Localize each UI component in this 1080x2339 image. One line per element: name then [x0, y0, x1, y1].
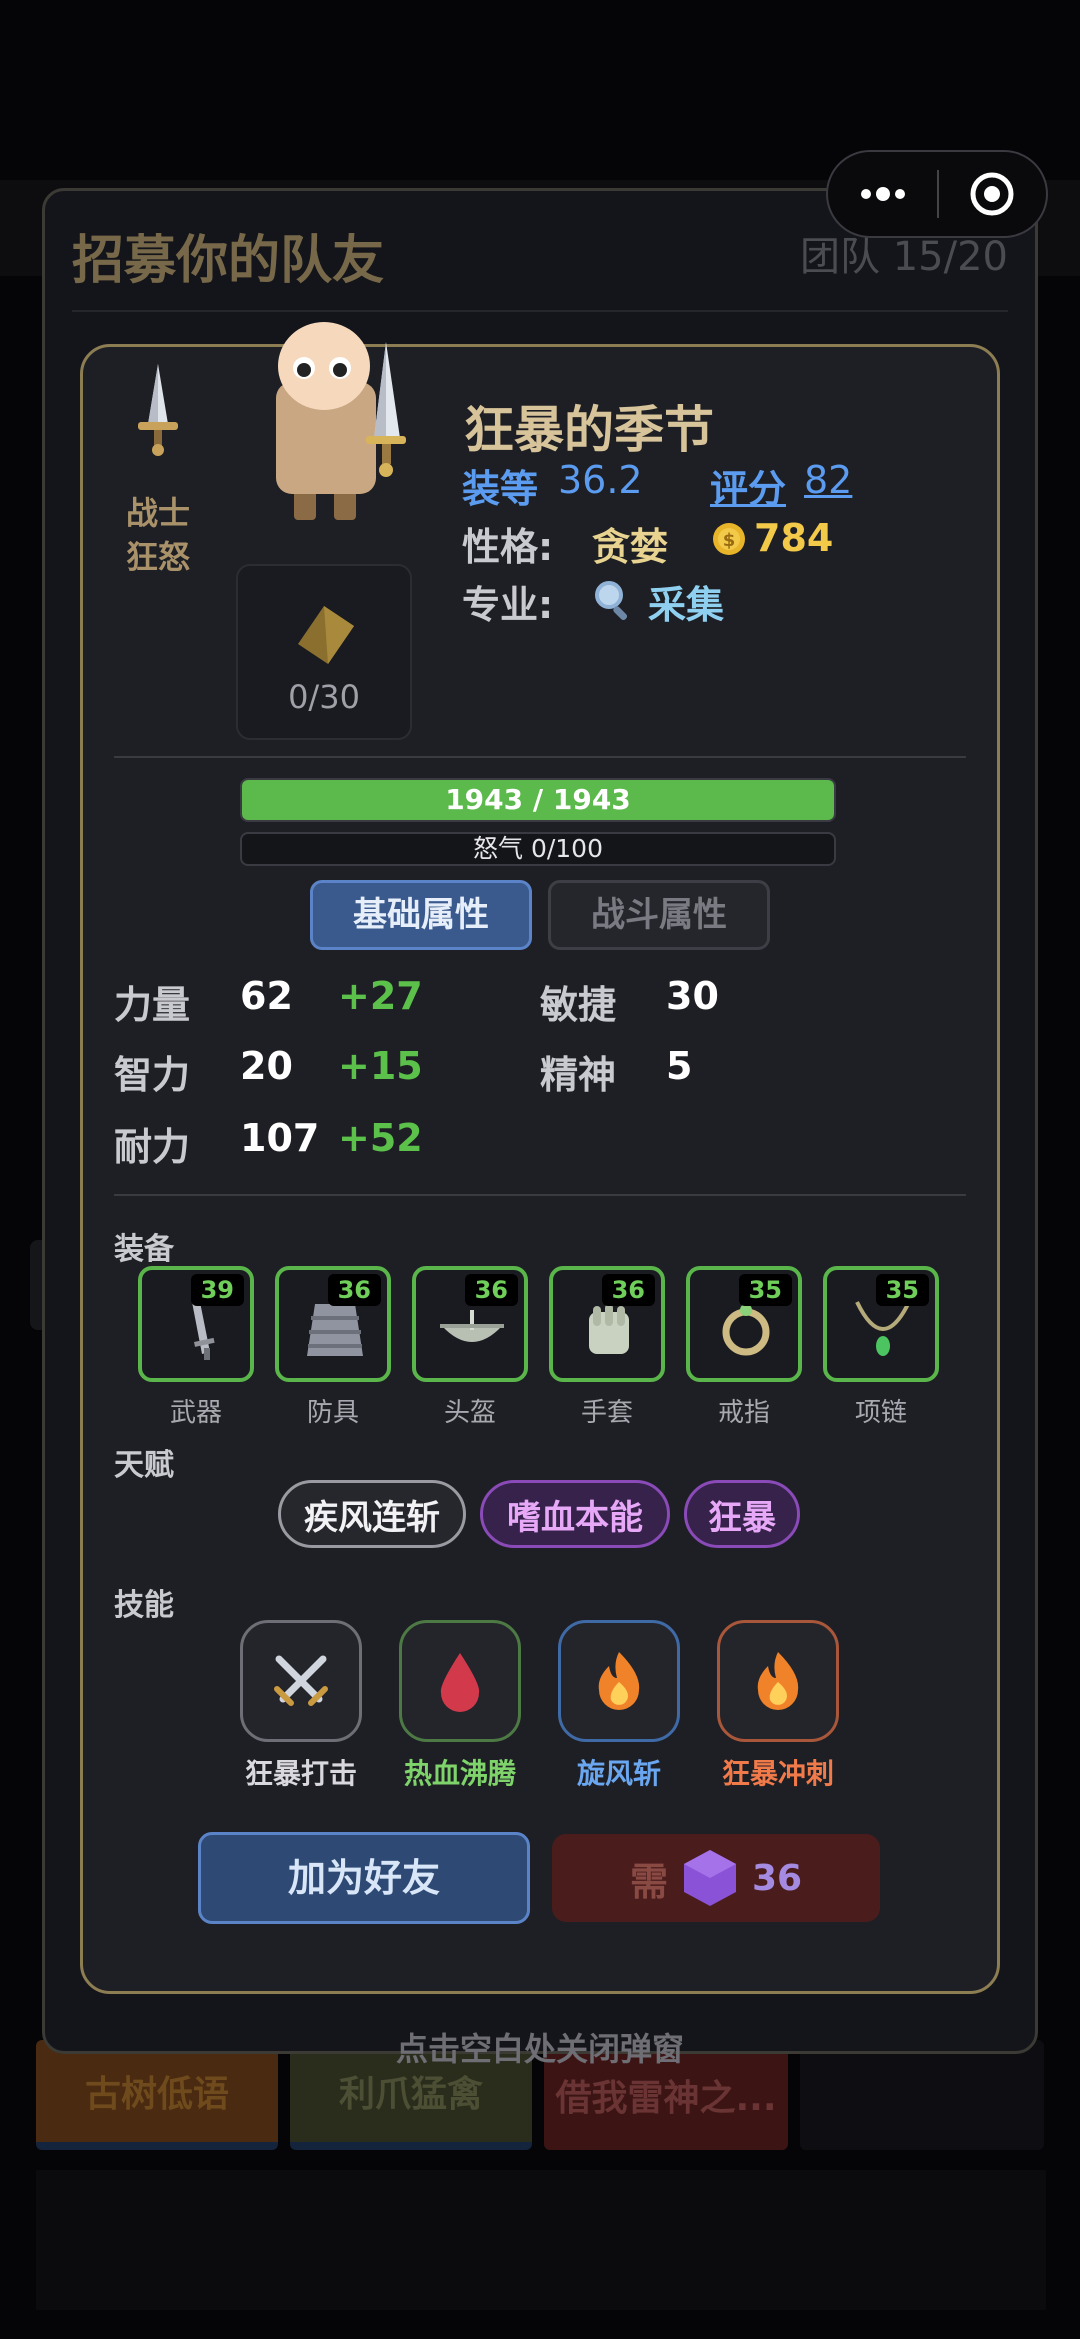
skill-label-whirlwind: 旋风斩: [576, 1757, 661, 1790]
equip-label-armor: 防具: [306, 1398, 359, 1428]
fire-icon: [757, 1652, 799, 1710]
hp-text: 1943 / 1943: [445, 783, 631, 816]
stats-divider: [114, 1194, 966, 1196]
sword-icon: [192, 1302, 215, 1360]
skill-whirlwind[interactable]: [558, 1620, 680, 1742]
equip-slot-necklace[interactable]: 35: [823, 1266, 939, 1382]
profession-label: 专业:: [462, 583, 554, 627]
equip-label-gloves: 手套: [580, 1398, 633, 1428]
background-grid-row: [36, 2170, 1046, 2310]
recruit-cost-button[interactable]: 需 36: [552, 1834, 880, 1922]
talents-label: 天赋: [114, 1448, 174, 1483]
stat-stamina-value: 107: [240, 1116, 320, 1160]
recruit-cost: 36: [751, 1857, 803, 1899]
equip-slot-ring[interactable]: 35: [686, 1266, 802, 1382]
equip-label-ring: 戒指: [717, 1398, 770, 1428]
hero-avatar: [276, 322, 406, 520]
equip-level-weapon: 39: [190, 1274, 244, 1306]
equip-level-helmet: 36: [464, 1274, 518, 1306]
fragment-icon: [298, 606, 354, 664]
hero-divider: [114, 756, 966, 758]
dialog-header-divider: [72, 310, 1008, 312]
equip-slot-helmet[interactable]: 36: [412, 1266, 528, 1382]
more-dots-icon: [860, 187, 905, 201]
tab-basic-attributes[interactable]: 基础属性: [310, 880, 532, 950]
stat-intellect-value: 20: [240, 1044, 293, 1088]
dialog-title: 招募你的队友: [72, 231, 385, 291]
class-sword-icon: [138, 364, 178, 456]
stat-agility-value: 30: [666, 974, 719, 1018]
glove-icon: [589, 1304, 629, 1354]
skill-berserk-strike[interactable]: [240, 1620, 362, 1742]
skill-blood-boil[interactable]: [399, 1620, 521, 1742]
skills-label: 技能: [114, 1588, 174, 1623]
equip-slot-armor[interactable]: 36: [275, 1266, 391, 1382]
stat-stamina-name: 耐力: [114, 1125, 191, 1169]
equip-label-weapon: 武器: [169, 1398, 222, 1428]
crossed-swords-icon: [274, 1655, 328, 1706]
hp-bar: 1943 / 1943: [240, 778, 836, 822]
ring-icon: [722, 1304, 770, 1356]
skill-label-blood-boil: 热血沸腾: [403, 1757, 516, 1790]
fire-icon: [598, 1652, 640, 1710]
score-value[interactable]: 82: [804, 458, 852, 502]
personality-label: 性格:: [462, 525, 554, 569]
gold-coin-icon: $: [713, 523, 745, 555]
stat-intellect-name: 智力: [114, 1053, 191, 1097]
stat-strength-bonus: +27: [338, 974, 423, 1018]
stat-intellect-bonus: +15: [338, 1044, 423, 1088]
fragment-count: 0/30: [288, 678, 360, 716]
equip-level-necklace: 35: [875, 1274, 929, 1306]
more-options-button[interactable]: [828, 150, 937, 238]
add-friend-button[interactable]: 加为好友: [198, 1832, 530, 1924]
equip-level-ring: 35: [738, 1274, 792, 1306]
close-miniprogram-button[interactable]: [939, 150, 1046, 238]
armor-icon: [307, 1304, 363, 1356]
blood-drop-icon: [440, 1653, 480, 1712]
score-label[interactable]: 评分: [710, 458, 786, 513]
equip-label-helmet: 头盔: [443, 1398, 496, 1428]
game-screen: 古树低语 利爪猛禽 借我雷神之... 招募你的队友 团队 15/20 战士 狂怒: [0, 0, 1080, 2339]
equip-level-armor: 36: [327, 1274, 381, 1306]
item-level-label: 装等: [462, 467, 539, 511]
talent-berserk[interactable]: 狂暴: [684, 1480, 800, 1548]
magnifier-icon: [595, 581, 628, 620]
personality-value: 贪婪: [592, 525, 669, 569]
gold-amount: 784: [754, 516, 834, 560]
helmet-icon: [440, 1310, 504, 1342]
stat-stamina-bonus: +52: [338, 1116, 423, 1160]
rage-text: 怒气 0/100: [473, 834, 603, 863]
purple-gem-icon: [683, 1850, 736, 1906]
equip-slot-weapon[interactable]: 39: [138, 1266, 254, 1382]
equip-slot-gloves[interactable]: 36: [549, 1266, 665, 1382]
stat-strength-name: 力量: [114, 983, 191, 1027]
profession-value: 采集: [648, 583, 725, 627]
hero-spec: 狂怒: [126, 538, 191, 576]
stat-spirit-name: 精神: [540, 1053, 617, 1097]
hero-name: 狂暴的季节: [464, 401, 714, 459]
target-close-icon: [970, 172, 1014, 216]
equip-label-necklace: 项链: [854, 1398, 907, 1428]
equip-level-gloves: 36: [601, 1274, 655, 1306]
skill-label-berserk-charge: 狂暴冲刺: [721, 1757, 834, 1790]
equipment-label: 装备: [114, 1232, 174, 1267]
tab-combat-attributes[interactable]: 战斗属性: [548, 880, 770, 950]
need-label: 需: [629, 1859, 668, 1904]
close-hint[interactable]: 点击空白处关闭弹窗: [0, 2024, 1080, 2070]
stat-agility-name: 敏捷: [540, 983, 617, 1027]
svg-text:$: $: [723, 530, 736, 551]
skill-berserk-charge[interactable]: [717, 1620, 839, 1742]
miniprogram-capsule: [826, 150, 1048, 238]
stat-strength-value: 62: [240, 974, 293, 1018]
rage-bar: 怒气 0/100: [240, 832, 836, 866]
talent-gale-slash[interactable]: 疾风连斩: [278, 1480, 466, 1548]
skill-label-berserk-strike: 狂暴打击: [244, 1757, 357, 1790]
talent-bloodlust[interactable]: 嗜血本能: [480, 1480, 670, 1548]
item-level-value: 36.2: [558, 458, 643, 502]
stat-spirit-value: 5: [666, 1044, 693, 1088]
hero-class: 战士: [126, 494, 191, 532]
